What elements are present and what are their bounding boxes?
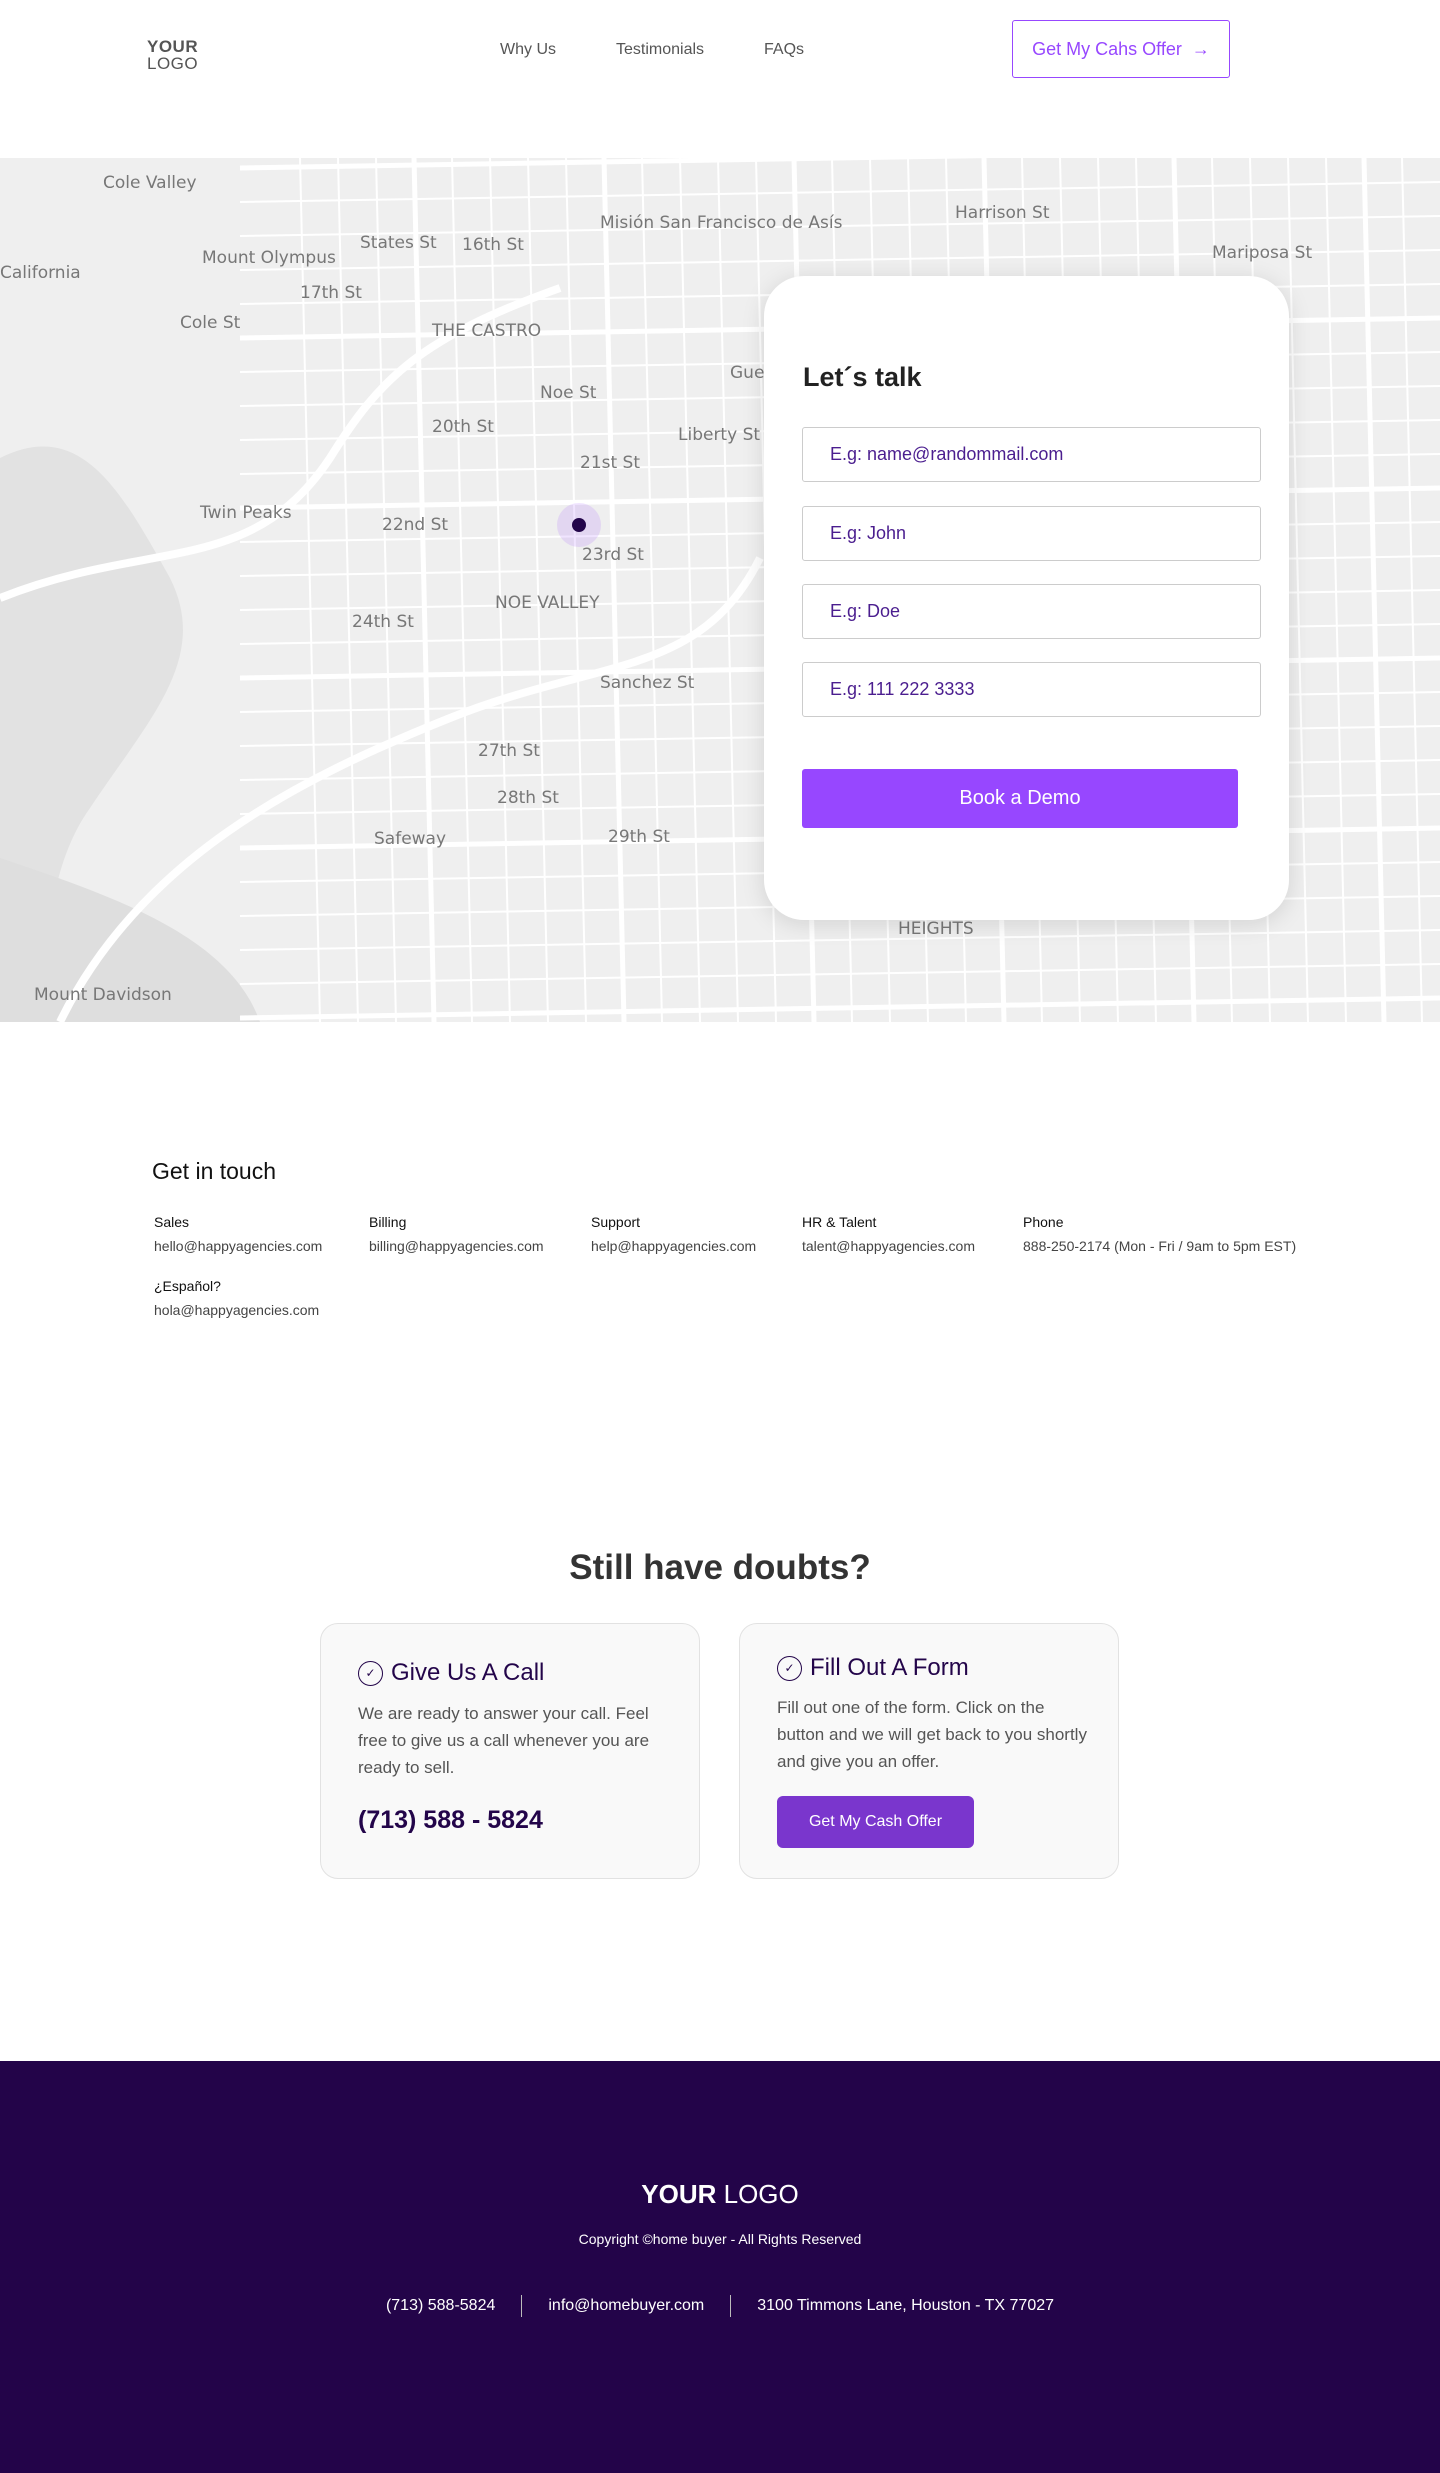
get-cash-offer-button[interactable]: Get My Cahs Offer → (1012, 20, 1230, 78)
form-title: Let´s talk (803, 362, 922, 392)
nav-faqs[interactable]: FAQs (764, 41, 804, 59)
footer-logo: YOUR LOGO (0, 2179, 1440, 2210)
form-card: ✓ Fill Out A Form Fill out one of the for… (739, 1623, 1119, 1879)
book-demo-button[interactable]: Book a Demo (802, 769, 1238, 828)
divider (730, 2295, 732, 2317)
map-label: NOE VALLEY (495, 593, 600, 613)
footer: YOUR LOGO Copyright ©home buyer - All Ri… (0, 2061, 1440, 2473)
divider (521, 2295, 523, 2317)
contact-value[interactable]: hola@happyagencies.com (154, 1302, 319, 1318)
location-marker-icon (572, 518, 586, 532)
copyright: Copyright ©home buyer - All Rights Reser… (578, 2231, 862, 2247)
map-label: 24th St (352, 612, 414, 632)
doubts-title: Still have doubts? (569, 1548, 871, 1587)
map-label: THE CASTRO (431, 321, 541, 341)
map-label: States St (360, 233, 437, 253)
map-label: Misión San Francisco de Asís (600, 213, 843, 233)
map-label: Twin Peaks (199, 503, 292, 523)
map-label: California (0, 263, 81, 283)
map-label: HEIGHTS (898, 919, 974, 939)
map-label: Mount Olympus (202, 248, 336, 268)
nav-testimonials[interactable]: Testimonials (616, 41, 704, 59)
get-cash-offer-card-button[interactable]: Get My Cash Offer (777, 1796, 974, 1848)
contact-value[interactable]: talent@happyagencies.com (802, 1238, 975, 1254)
nav-why-us[interactable]: Why Us (500, 41, 556, 59)
map-label: Safeway (374, 829, 446, 849)
contact-label: HR & Talent (802, 1214, 877, 1230)
map-label: 16th St (462, 235, 524, 255)
map-label: Harrison St (955, 203, 1050, 223)
call-card-text: We are ready to answer your call. Feel f… (358, 1704, 650, 1777)
form-title-text: Fill Out A Form (810, 1654, 969, 1681)
call-card-title: ✓ Give Us A Call (358, 1659, 544, 1687)
phone-field[interactable]: E.g: 111 222 3333 (802, 662, 1261, 717)
logo[interactable]: YOUR LOGO (147, 38, 198, 72)
map-label: Mount Davidson (34, 985, 172, 1005)
map-label: Noe St (540, 383, 597, 403)
call-title-text: Give Us A Call (391, 1659, 545, 1686)
logo-top: YOUR (147, 37, 199, 56)
contact-item: ¿Español? hola@happyagencies.com (154, 1278, 319, 1318)
get-in-touch-title: Get in touch (152, 1158, 277, 1184)
map-label: Liberty St (678, 425, 760, 445)
footer-address: 3100 Timmons Lane, Houston - TX 77027 (757, 2297, 1055, 2314)
contact-item: Billing billing@happyagencies.com (369, 1214, 544, 1254)
email-field[interactable]: E.g: name@randommail.com (802, 427, 1261, 482)
map-label: Cole Valley (103, 173, 197, 193)
footer-phone[interactable]: (713) 588-5824 (386, 2297, 495, 2315)
form-card-text: Fill out one of the form. Click on the b… (777, 1698, 1087, 1771)
map-label: 22nd St (382, 515, 448, 535)
first-name-field[interactable]: E.g: John (802, 506, 1261, 561)
map-label: 17th St (300, 283, 362, 303)
contact-label: Support (591, 1214, 641, 1230)
contact-item: HR & Talent talent@happyagencies.com (802, 1214, 975, 1254)
contact-item: Support help@happyagencies.com (591, 1214, 756, 1254)
contact-label: Billing (369, 1214, 407, 1230)
logo-bottom: LOGO (147, 54, 199, 73)
contact-label: ¿Español? (154, 1278, 221, 1294)
map-label: Sanchez St (600, 673, 695, 693)
contact-item: Phone 888-250-2174 (Mon - Fri / 9am to 5p… (1023, 1214, 1296, 1254)
map-label: 23rd St (582, 545, 644, 565)
contact-value[interactable]: 888-250-2174 (Mon - Fri / 9am to 5pm EST… (1023, 1238, 1296, 1254)
map-label: 29th St (608, 827, 670, 847)
form-card-title: ✓ Fill Out A Form (777, 1654, 969, 1682)
map-label: 27th St (478, 741, 540, 761)
footer-logo-bold: YOUR (641, 2179, 717, 2209)
contact-item: Sales hello@happyagencies.com (154, 1214, 322, 1254)
arrow-right-icon: → (1191, 38, 1210, 59)
check-circle-icon: ✓ (777, 1655, 802, 1681)
footer-logo-light: LOGO (723, 2179, 799, 2209)
check-circle-icon: ✓ (358, 1660, 383, 1686)
map-label: 20th St (432, 417, 494, 437)
contact-label: Phone (1023, 1214, 1064, 1230)
map-label: Mariposa St (1212, 243, 1312, 263)
map-label: 28th St (497, 788, 559, 808)
contact-value[interactable]: help@happyagencies.com (591, 1238, 756, 1254)
map-label: Cole St (180, 313, 241, 333)
contact-label: Sales (154, 1214, 190, 1230)
footer-email[interactable]: info@homebuyer.com (548, 2297, 704, 2315)
call-phone-link[interactable]: (713) 588 - 5824 (358, 1806, 543, 1835)
contact-value[interactable]: hello@happyagencies.com (154, 1238, 322, 1254)
contact-form-card: Let´s talk E.g: name@randommail.com E.g:… (764, 276, 1289, 920)
contact-value[interactable]: billing@happyagencies.com (369, 1238, 544, 1254)
map-label: 21st St (580, 453, 640, 473)
last-name-field[interactable]: E.g: Doe (802, 584, 1261, 639)
cta-label: Get My Cahs Offer (1032, 38, 1182, 59)
call-card: ✓ Give Us A Call We are ready to answer y… (320, 1623, 700, 1879)
